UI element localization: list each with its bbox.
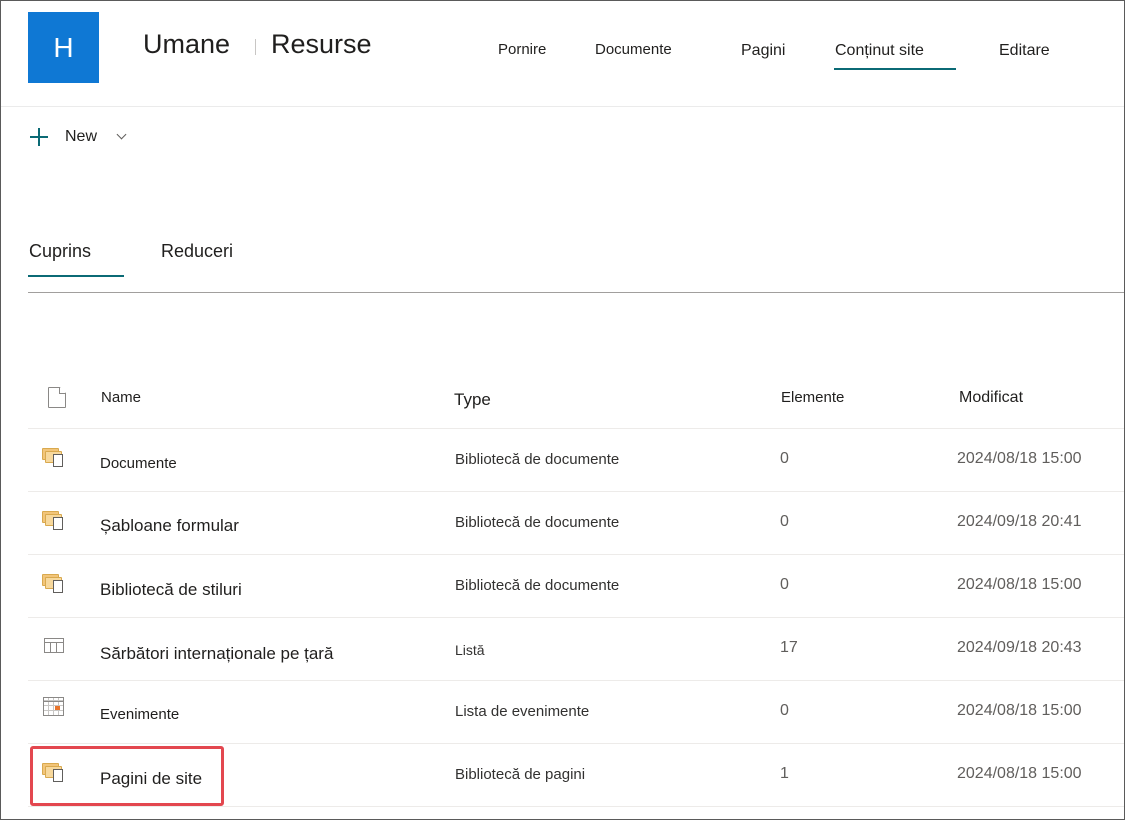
tab-cuprins[interactable]: Cuprins <box>29 241 91 262</box>
tab-selected-indicator <box>28 275 124 277</box>
row-items: 1 <box>780 765 789 782</box>
table-row[interactable]: Evenimente Lista de evenimente 0 2024/08… <box>28 681 1124 744</box>
table-row[interactable]: Bibliotecă de stiluri Bibliotecă de docu… <box>28 555 1124 618</box>
plus-icon <box>29 127 49 147</box>
title-separator <box>255 39 256 55</box>
document-library-icon <box>42 572 66 594</box>
tabs-divider <box>28 292 1124 293</box>
table-row[interactable]: Șabloane formular Bibliotecă de document… <box>28 492 1124 555</box>
row-modified: 2024/08/18 15:00 <box>957 576 1082 593</box>
row-type: Bibliotecă de documente <box>455 514 620 531</box>
row-name[interactable]: Bibliotecă de stiluri <box>100 580 242 600</box>
nav-item-pornire[interactable]: Pornire <box>498 41 546 58</box>
row-modified: 2024/09/18 20:41 <box>957 513 1082 530</box>
site-title-part2[interactable]: Resurse <box>271 29 372 60</box>
new-button[interactable]: New <box>29 127 127 147</box>
site-header: H Umane Resurse Pornire Documente Pagini… <box>1 1 1124 107</box>
nav-item-continut-site[interactable]: Conținut site <box>835 42 924 60</box>
row-name[interactable]: Evenimente <box>100 706 179 723</box>
table-row[interactable]: Documente Bibliotecă de documente 0 2024… <box>28 429 1124 492</box>
nav-selected-indicator <box>834 68 956 70</box>
row-name[interactable]: Sărbători internaționale pe țară <box>100 644 333 664</box>
nav-item-pagini[interactable]: Pagini <box>741 42 785 60</box>
row-type: Listă <box>455 642 485 658</box>
tab-reduceri[interactable]: Reduceri <box>161 241 233 262</box>
row-modified: 2024/09/18 20:43 <box>957 639 1082 656</box>
row-type: Bibliotecă de pagini <box>455 766 586 783</box>
list-icon <box>44 638 64 653</box>
site-logo[interactable]: H <box>28 12 99 83</box>
nav-item-documente[interactable]: Documente <box>595 41 672 58</box>
table-row[interactable]: Sărbători internaționale pe țară Listă 1… <box>28 618 1124 681</box>
document-library-icon <box>42 509 66 531</box>
calendar-icon <box>43 697 64 716</box>
nav-item-editare[interactable]: Editare <box>999 42 1050 60</box>
column-header-name[interactable]: Name <box>101 389 141 406</box>
row-items: 0 <box>780 450 789 467</box>
site-title-part1[interactable]: Umane <box>143 29 230 60</box>
highlight-box <box>30 746 224 806</box>
row-name[interactable]: Șabloane formular <box>100 516 239 536</box>
row-type: Bibliotecă de documente <box>455 451 620 468</box>
row-modified: 2024/08/18 15:00 <box>957 450 1082 467</box>
row-items: 0 <box>780 576 789 593</box>
table-header: Name Type Elemente Modificat <box>28 366 1124 429</box>
column-header-modified[interactable]: Modificat <box>959 389 1023 407</box>
app-window: H Umane Resurse Pornire Documente Pagini… <box>0 0 1125 820</box>
column-header-type[interactable]: Type <box>454 390 491 410</box>
row-type: Lista de evenimente <box>455 703 590 720</box>
document-library-icon <box>42 446 66 468</box>
row-items: 17 <box>780 639 798 656</box>
new-label: New <box>65 128 98 145</box>
column-header-items[interactable]: Elemente <box>781 389 844 406</box>
row-type: Bibliotecă de documente <box>455 577 620 594</box>
row-items: 0 <box>780 513 789 530</box>
row-modified: 2024/08/18 15:00 <box>957 702 1082 719</box>
row-name[interactable]: Documente <box>100 455 177 472</box>
file-type-icon[interactable] <box>48 387 66 408</box>
chevron-down-icon[interactable] <box>116 129 127 139</box>
site-contents-table: Name Type Elemente Modificat Documente B… <box>28 366 1124 807</box>
row-modified: 2024/08/18 15:00 <box>957 765 1082 782</box>
row-items: 0 <box>780 702 789 719</box>
